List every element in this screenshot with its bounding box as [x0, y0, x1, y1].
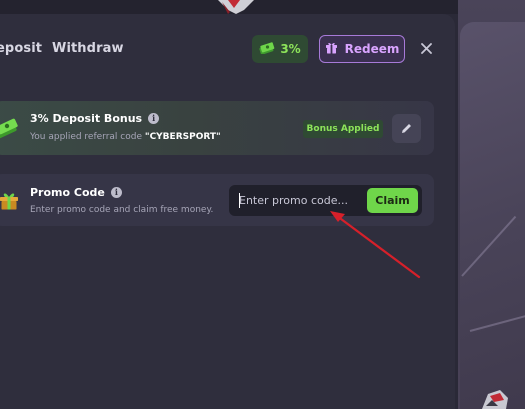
redeem-button[interactable]: Redeem [319, 35, 405, 63]
close-button[interactable] [416, 38, 436, 58]
cash-stack-icon [0, 115, 20, 145]
redeem-label: Redeem [344, 42, 400, 56]
edit-button[interactable] [392, 114, 421, 143]
gift-box-icon [0, 189, 20, 215]
bonus-percent-label: 3% [280, 42, 301, 56]
deposit-bonus-title: 3% Deposit Bonus i [30, 112, 160, 125]
decoration-graphic [482, 390, 508, 409]
pencil-icon [402, 124, 411, 133]
close-icon [420, 42, 432, 54]
annotation-arrow [330, 211, 421, 279]
info-icon[interactable]: i [110, 187, 122, 198]
tab-deposit[interactable]: eposit [0, 41, 42, 56]
bonus-applied-badge: Bonus Applied [303, 120, 383, 138]
promo-code-subtitle: Enter promo code and claim free money. [30, 205, 214, 215]
gift-icon [325, 41, 338, 57]
tab-withdraw[interactable]: Withdraw [52, 41, 124, 56]
cash-icon [259, 41, 275, 57]
info-icon[interactable]: i [148, 113, 160, 124]
deposit-bonus-subtitle: You applied referral code "CYBERSPORT" [30, 132, 221, 142]
text-cursor [239, 193, 240, 208]
bonus-percent-badge[interactable]: 3% [252, 35, 308, 63]
promo-code-title: Promo Code i [30, 186, 122, 199]
referral-code: "CYBERSPORT" [144, 132, 221, 142]
